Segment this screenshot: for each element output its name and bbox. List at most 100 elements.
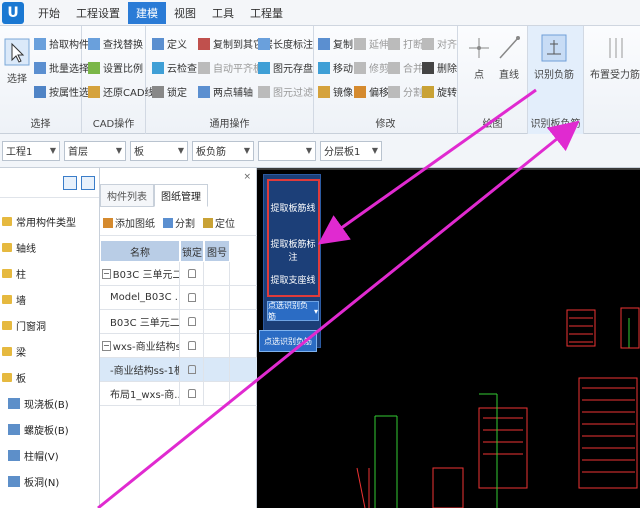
extract-rebar-line-button[interactable]: 提取板筋线 (268, 201, 318, 214)
locate-button[interactable]: 定位 (203, 215, 235, 230)
merge-label: 合并 (403, 64, 423, 75)
layer-select[interactable]: 分层板1 ▼ (320, 140, 382, 161)
element-filter-button[interactable]: 图元过滤 (258, 84, 313, 99)
close-icon[interactable]: × (243, 172, 251, 182)
restore-cad-button[interactable]: 还原CAD线 (88, 84, 155, 99)
tree-item[interactable]: 轴线 (2, 240, 36, 255)
identify-mode-dropdown[interactable]: 点选识别负筋 ▾ (267, 301, 319, 321)
lock-button[interactable]: 锁定 (152, 84, 187, 99)
collapse-icon[interactable]: − (102, 268, 111, 279)
ribbon: 选择 拾取构件 批量选择 按属性选择 选择 查找替换 设置比例 还原CAD线 C… (0, 26, 640, 134)
table-row[interactable]: B03C 三单元二... (100, 310, 257, 334)
move-button[interactable]: 移动 (318, 60, 353, 75)
cloud-check-button[interactable]: 云检查 (152, 60, 197, 75)
menu-start[interactable]: 开始 (30, 2, 68, 24)
save-element-button[interactable]: 图元存盘 (258, 60, 313, 75)
delete-button[interactable]: 删除 (422, 60, 457, 75)
tree-view-icon[interactable] (81, 175, 95, 190)
tree-item[interactable]: 板洞(N) (8, 474, 59, 489)
tree-item[interactable]: 门窗洞 (2, 318, 46, 333)
menu-quantities[interactable]: 工程量 (242, 2, 291, 24)
menu-bar: U 开始 工程设置 建模 视图 工具 工程量 (0, 0, 640, 26)
menu-tools[interactable]: 工具 (204, 2, 242, 24)
extend-button[interactable]: 延伸 (354, 36, 389, 51)
element-filter-label: 图元过滤 (273, 88, 313, 99)
set-scale-button[interactable]: 设置比例 (88, 60, 143, 75)
blank-select[interactable]: ▼ (258, 140, 316, 161)
subtype-select[interactable]: 板负筋 ▼ (192, 140, 254, 161)
drawing-no-cell (204, 310, 230, 333)
col-name[interactable]: 名称 (100, 240, 180, 262)
list-view-icon[interactable] (63, 175, 77, 190)
extract-rebar-annotation-button[interactable]: 提取板筋标注 (268, 237, 318, 263)
two-point-axis-button[interactable]: 两点辅轴 (198, 84, 253, 99)
break-button[interactable]: 打断 (388, 36, 423, 51)
tree-item[interactable]: 板 (2, 370, 26, 385)
tree-item-label: 门窗洞 (16, 322, 46, 333)
tab-drawing-manager[interactable]: 图纸管理 (154, 184, 208, 207)
lock-icon[interactable] (187, 389, 196, 398)
add-drawing-button[interactable]: 添加图纸 (103, 215, 155, 230)
auto-level-button[interactable]: 自动平齐板 (198, 60, 263, 75)
collapse-icon[interactable]: − (102, 340, 111, 351)
offset-button[interactable]: 偏移 (354, 84, 389, 99)
tree-item-label: 螺旋板(B) (24, 426, 69, 437)
define-button[interactable]: 定义 (152, 36, 187, 51)
draw-point-label: 点 (474, 70, 484, 81)
split-button[interactable]: 分割 (388, 84, 423, 99)
tree-item[interactable]: 柱帽(V) (8, 448, 59, 463)
lock-icon[interactable] (187, 293, 196, 302)
trim-button[interactable]: 修剪 (354, 60, 389, 75)
align-button[interactable]: 对齐 (422, 36, 457, 51)
batch-select-button[interactable]: 批量选择 (34, 60, 89, 75)
col-drawing-no[interactable]: 图号 (204, 240, 230, 262)
extract-tools-panel: 提取板筋线 提取板筋标注 提取支座线 点选识别负筋 ▾ (263, 174, 321, 348)
lock-icon[interactable] (187, 341, 196, 350)
extract-support-line-button[interactable]: 提取支座线 (268, 273, 318, 286)
draw-point-button[interactable]: 点 (466, 34, 492, 81)
split-drawing-button[interactable]: 分割 (163, 215, 195, 230)
type-select[interactable]: 板 ▼ (130, 140, 188, 161)
tree-item[interactable]: 墙 (2, 292, 26, 307)
tree-item[interactable]: 常用构件类型 (2, 214, 76, 229)
table-row[interactable]: -商业结构ss-1板图_t3 (100, 358, 257, 382)
copy-button[interactable]: 复制 (318, 36, 353, 51)
select-button[interactable]: 选择 (4, 38, 30, 85)
building-select[interactable]: 工程1 ▼ (2, 140, 60, 161)
tree-item[interactable]: 梁 (2, 344, 26, 359)
table-row[interactable]: Model_B03C ... (100, 286, 257, 310)
table-row[interactable]: 布局1_wxs-商... (100, 382, 257, 406)
merge-button[interactable]: 合并 (388, 60, 423, 75)
pick-component-button[interactable]: 拾取构件 (34, 36, 89, 51)
rebar-block-bottom (356, 467, 464, 508)
lock-icon[interactable] (187, 317, 196, 326)
tree-item[interactable]: 柱 (2, 266, 26, 281)
align-label: 对齐 (437, 40, 457, 51)
mirror-button[interactable]: 镜像 (318, 84, 353, 99)
col-lock[interactable]: 锁定 (180, 240, 204, 262)
find-replace-button[interactable]: 查找替换 (88, 36, 143, 51)
point-identify-button[interactable]: 点选识别负筋 (259, 330, 317, 352)
menu-view[interactable]: 视图 (166, 2, 204, 24)
tree-item[interactable]: 螺旋板(B) (8, 422, 69, 437)
slab-icon (8, 476, 20, 487)
folder-icon (2, 217, 12, 226)
table-row[interactable]: −wxs-商业结构ss-... (100, 334, 257, 358)
lock-icon[interactable] (187, 365, 196, 374)
pick-icon (34, 37, 46, 50)
drawing-name-cell: -商业结构ss-1板图_t3 (100, 358, 180, 381)
menu-modeling[interactable]: 建模 (128, 1, 166, 24)
menu-project-settings[interactable]: 工程设置 (68, 2, 128, 24)
length-dim-button[interactable]: 长度标注 (258, 36, 313, 51)
rotate-button[interactable]: 旋转 (422, 84, 457, 99)
tab-component-list[interactable]: 构件列表 (100, 184, 154, 207)
lock-icon[interactable] (187, 269, 196, 278)
drawing-canvas[interactable]: 提取板筋线 提取板筋标注 提取支座线 点选识别负筋 ▾ 点选识别负筋 (257, 168, 640, 508)
table-row[interactable]: −B03C 三单元二... (100, 262, 257, 286)
tree-item[interactable]: 现浇板(B) (8, 396, 69, 411)
floor-select[interactable]: 首层 ▼ (64, 140, 126, 161)
drawing-no-cell (204, 358, 230, 381)
place-rebar-button[interactable]: 布置受力筋 (590, 34, 640, 81)
draw-line-button[interactable]: 直线 (496, 34, 522, 81)
identify-negative-rebar-button[interactable]: 识别负筋 (534, 34, 574, 81)
